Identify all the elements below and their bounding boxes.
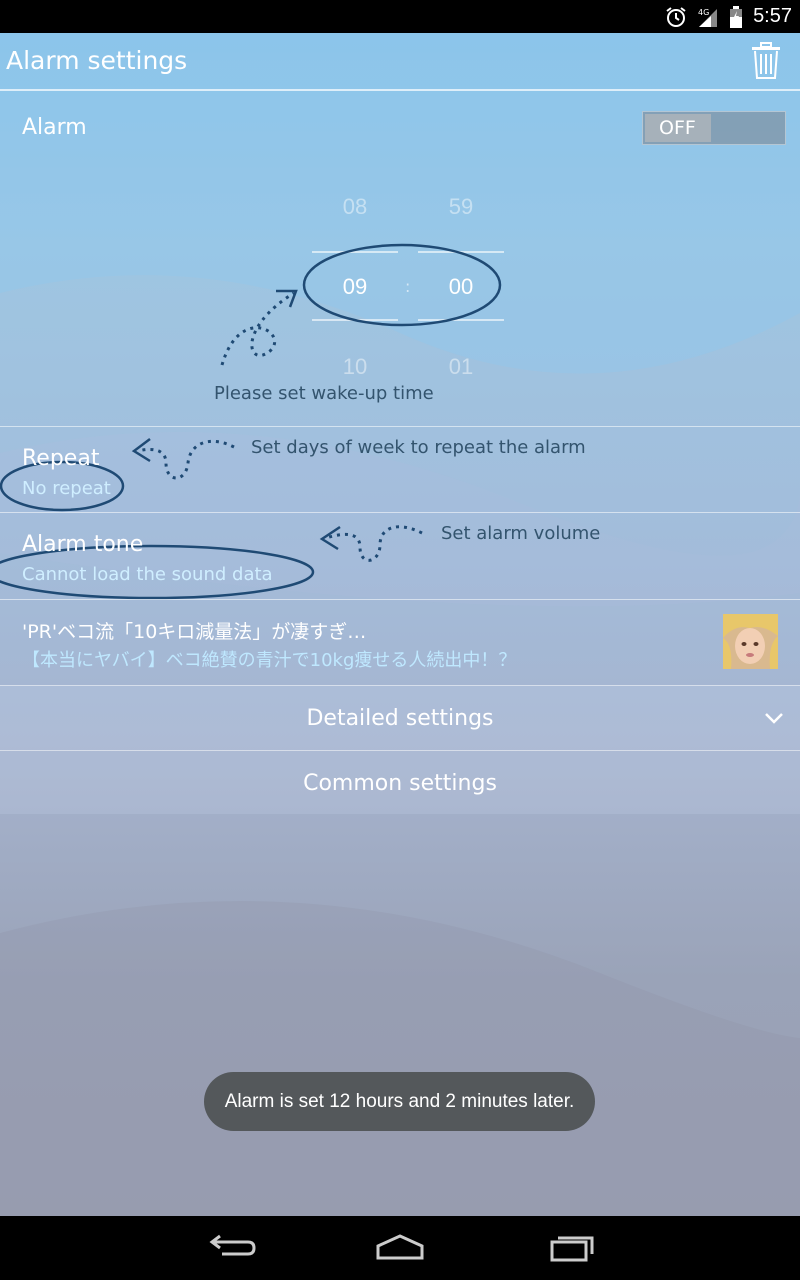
volume-arrow [325, 525, 423, 562]
chevron-down-icon[interactable] [764, 711, 784, 725]
home-icon[interactable] [370, 1228, 430, 1268]
divider [0, 426, 800, 427]
common-settings-button[interactable]: Common settings [0, 751, 800, 814]
repeat-value: No repeat [22, 478, 111, 499]
common-settings-label: Common settings [303, 771, 497, 796]
signal-4g-icon: 4G [698, 8, 718, 27]
divider [0, 512, 800, 513]
alarm-tone-title: Alarm tone [22, 532, 144, 557]
repeat-arrow [137, 439, 235, 480]
repeat-title: Repeat [22, 446, 100, 471]
ad-thumbnail[interactable] [723, 614, 778, 669]
toast-message: Alarm is set 12 hours and 2 minutes late… [204, 1072, 595, 1131]
hint-volume: Set alarm volume [441, 523, 601, 544]
svg-text:4G: 4G [698, 8, 709, 17]
recent-apps-icon[interactable] [540, 1228, 600, 1268]
divider [0, 599, 800, 600]
hint-wake-up: Please set wake-up time [214, 383, 434, 404]
alarm-settings-screen: Alarm settings Alarm OFF 08 59 09 : 00 1… [0, 33, 800, 1216]
status-bar: 4G 5:57 [0, 0, 800, 33]
detailed-settings-label: Detailed settings [306, 706, 494, 731]
navigation-bar [0, 1216, 800, 1280]
status-time: 5:57 [753, 5, 792, 27]
battery-icon [730, 5, 743, 28]
time-highlight-circle [302, 243, 502, 327]
repeat-arrow-head [131, 438, 151, 463]
alarm-clock-icon [666, 6, 686, 27]
ad-title: 'PR'ベコ流「10キロ減量法」が凄すぎ… [22, 621, 367, 643]
hint-repeat: Set days of week to repeat the alarm [251, 437, 586, 458]
wake-up-arrow [220, 291, 295, 366]
ad-subtitle: 【本当にヤバイ】ベコ絶賛の青汁で10kg痩せる人続出中！？ [22, 650, 517, 671]
alarm-tone-value: Cannot load the sound data [22, 564, 273, 585]
back-icon[interactable] [200, 1228, 260, 1268]
detailed-settings-button[interactable]: Detailed settings [0, 686, 800, 750]
